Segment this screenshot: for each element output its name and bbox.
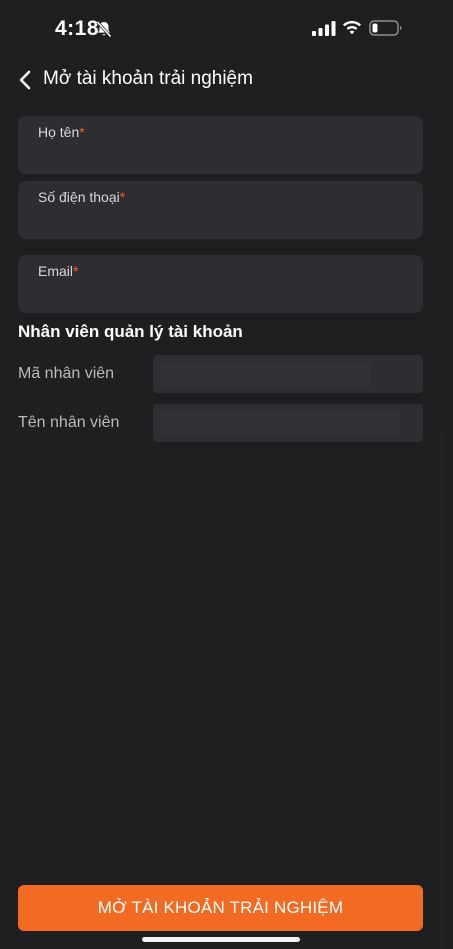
- email-label: Email*: [38, 263, 79, 279]
- phone-field[interactable]: Số điện thoại*: [18, 181, 423, 239]
- phone-input[interactable]: [38, 209, 403, 231]
- required-mark: *: [119, 189, 126, 205]
- email-field[interactable]: Email*: [18, 255, 423, 313]
- full-name-input[interactable]: [38, 144, 403, 166]
- phone-label: Số điện thoại*: [38, 189, 126, 205]
- employee-code-field: [153, 355, 423, 393]
- home-indicator: [142, 937, 300, 942]
- required-mark: *: [79, 124, 85, 140]
- page-title: Mở tài khoản trải nghiệm: [43, 68, 253, 89]
- full-name-label: Họ tên*: [38, 124, 85, 140]
- header: Mở tài khoản trải nghiệm: [0, 62, 453, 98]
- divider: [441, 430, 442, 949]
- employee-name-field: [153, 404, 423, 442]
- required-mark: *: [73, 263, 79, 279]
- employee-name-label: Tên nhân viên: [18, 414, 120, 431]
- employee-code-label: Mã nhân viên: [18, 365, 115, 382]
- wifi-icon: [343, 21, 361, 35]
- employee-name-value: [161, 411, 399, 435]
- status-bar: 4:18: [0, 0, 453, 56]
- status-time: 4:18: [55, 17, 100, 40]
- open-account-button[interactable]: MỞ TÀI KHOẢN TRẢI NGHIỆM: [18, 885, 423, 931]
- chevron-left-icon[interactable]: [14, 66, 38, 94]
- employee-code-value: [161, 362, 371, 386]
- battery-icon: [369, 20, 402, 36]
- manager-section-title: Nhân viên quản lý tài khoản: [18, 322, 243, 341]
- full-name-field[interactable]: Họ tên*: [18, 116, 423, 174]
- screen: 4:18 Mở tài khoản trải nghiệm Họ tên* Số…: [0, 0, 453, 949]
- bell-off-icon: [96, 20, 112, 38]
- email-input[interactable]: [38, 283, 403, 305]
- signal-icon: [312, 21, 336, 36]
